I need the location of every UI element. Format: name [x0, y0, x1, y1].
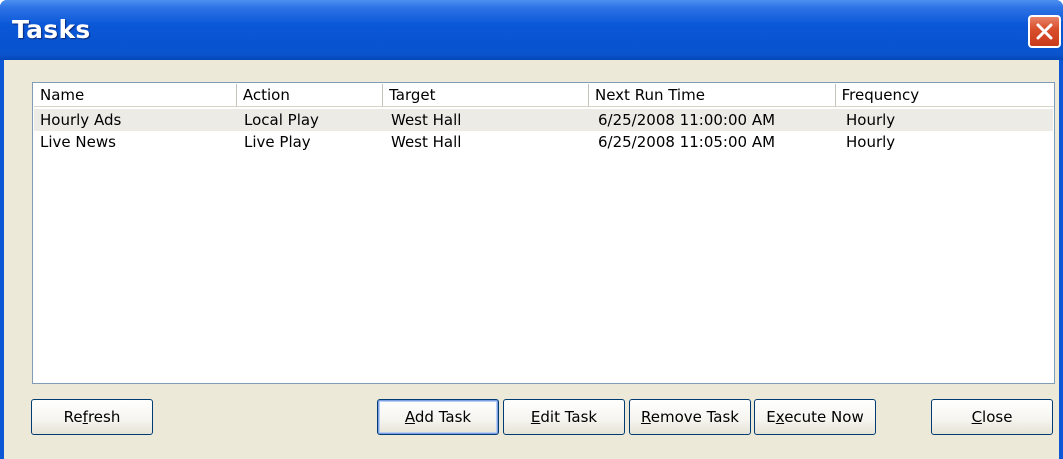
- execute-now-label-pre: E: [766, 408, 776, 426]
- tasks-list[interactable]: Name Action Target Next Run Time Frequen…: [32, 82, 1055, 384]
- cell-target: West Hall: [391, 133, 462, 151]
- column-header-target[interactable]: Target: [383, 84, 589, 107]
- dialog-body: Name Action Target Next Run Time Frequen…: [4, 60, 1059, 459]
- execute-now-button[interactable]: Execute Now: [754, 399, 876, 435]
- edit-task-label-mnemonic: E: [530, 408, 541, 426]
- close-label-post: lose: [982, 408, 1013, 426]
- close-button[interactable]: Close: [931, 399, 1053, 435]
- cell-next-run-time: 6/25/2008 11:05:00 AM: [598, 133, 776, 151]
- cell-next-run-time: 6/25/2008 11:00:00 AM: [598, 111, 776, 129]
- column-header-next-run-time[interactable]: Next Run Time: [588, 84, 836, 107]
- column-header-name[interactable]: Name: [34, 84, 237, 107]
- table-row[interactable]: Live News Live Play West Hall 6/25/2008 …: [34, 131, 1053, 153]
- close-icon[interactable]: [1028, 15, 1061, 48]
- remove-task-label-post: emove Task: [650, 408, 739, 426]
- refresh-button[interactable]: Refresh: [31, 399, 153, 435]
- column-header-action[interactable]: Action: [236, 84, 384, 107]
- cell-name: Hourly Ads: [40, 111, 122, 129]
- refresh-label-post: resh: [87, 408, 121, 426]
- title-bar[interactable]: Tasks: [0, 0, 1063, 60]
- cell-frequency: Hourly: [846, 111, 896, 129]
- tasks-window: Tasks Name Action Target Next Run Time F…: [0, 0, 1063, 459]
- table-row[interactable]: Hourly Ads Local Play West Hall 6/25/200…: [34, 109, 1053, 131]
- list-rows: Hourly Ads Local Play West Hall 6/25/200…: [34, 109, 1053, 153]
- edit-task-label-post: dit Task: [540, 408, 598, 426]
- cell-action: Local Play: [244, 111, 319, 129]
- execute-now-label-mnemonic: x: [775, 408, 785, 426]
- refresh-label-pre: Re: [63, 408, 83, 426]
- window-title: Tasks: [12, 15, 91, 44]
- cell-target: West Hall: [391, 111, 462, 129]
- column-header-frequency[interactable]: Frequency: [835, 84, 1054, 107]
- add-task-label-mnemonic: A: [404, 408, 415, 426]
- cell-action: Live Play: [244, 133, 311, 151]
- list-header: Name Action Target Next Run Time Frequen…: [34, 84, 1054, 107]
- cell-frequency: Hourly: [846, 133, 896, 151]
- cell-name: Live News: [40, 133, 116, 151]
- add-task-button[interactable]: Add Task: [377, 399, 499, 435]
- remove-task-button[interactable]: Remove Task: [629, 399, 751, 435]
- close-label-mnemonic: C: [971, 408, 983, 426]
- add-task-label-post: dd Task: [414, 408, 472, 426]
- remove-task-label-mnemonic: R: [640, 408, 651, 426]
- execute-now-label-post: ecute Now: [784, 408, 864, 426]
- edit-task-button[interactable]: Edit Task: [503, 399, 625, 435]
